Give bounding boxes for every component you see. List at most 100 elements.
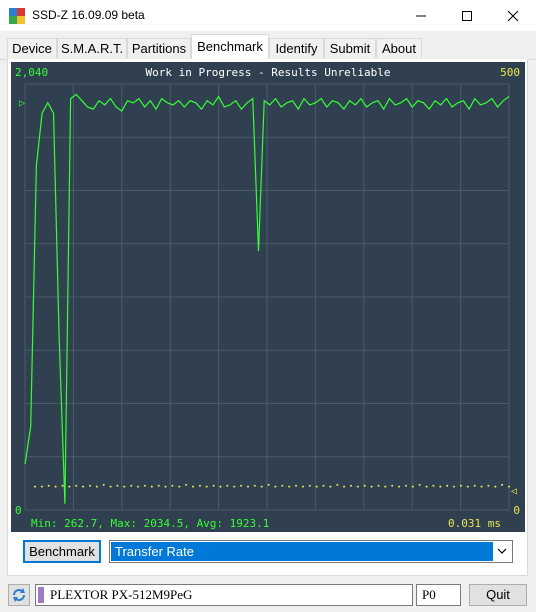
latency-readout: 0.031 ms xyxy=(448,517,501,530)
latency-point xyxy=(89,484,91,487)
latency-point xyxy=(446,484,449,487)
benchmark-chart: 2,040 Work in Progress - Results Unrelia… xyxy=(11,62,525,532)
latency-point xyxy=(508,485,510,488)
mode-select[interactable]: Transfer Rate xyxy=(109,540,513,563)
latency-point xyxy=(226,484,229,487)
latency-point xyxy=(171,484,174,487)
tab-device[interactable]: Device xyxy=(7,38,57,58)
tab-submit[interactable]: Submit xyxy=(324,38,376,58)
latency-point xyxy=(370,485,373,488)
quit-button[interactable]: Quit xyxy=(469,584,527,606)
latency-point xyxy=(61,484,64,487)
latency-point xyxy=(137,485,139,488)
latency-point xyxy=(75,484,78,487)
latency-point xyxy=(398,485,401,488)
latency-point xyxy=(102,483,105,486)
latency-point xyxy=(487,484,490,487)
latency-point xyxy=(377,484,380,487)
window-title: SSD-Z 16.09.09 beta xyxy=(32,8,145,22)
latency-point xyxy=(301,485,304,488)
latency-point xyxy=(164,485,167,488)
latency-point xyxy=(288,485,291,488)
latency-point xyxy=(315,485,318,488)
latency-point xyxy=(109,485,112,488)
partition-value: P0 xyxy=(422,587,436,602)
latency-point xyxy=(267,483,270,486)
latency-point xyxy=(350,484,352,487)
latency-point xyxy=(54,485,57,488)
y-right-min-label: 0 xyxy=(513,504,520,517)
latency-point xyxy=(295,484,297,487)
latency-point xyxy=(219,485,222,488)
latency-point xyxy=(123,485,126,488)
latency-point xyxy=(329,485,332,488)
latency-point xyxy=(322,484,325,487)
latency-point xyxy=(143,484,146,487)
tab-partitions[interactable]: Partitions xyxy=(127,38,191,58)
close-icon xyxy=(507,10,519,21)
latency-point xyxy=(95,485,98,488)
latency-point xyxy=(432,484,435,487)
latency-point xyxy=(425,485,428,488)
latency-point xyxy=(473,484,476,487)
tab-identify[interactable]: Identify xyxy=(269,38,324,58)
latency-point xyxy=(384,485,387,488)
latency-series xyxy=(34,483,510,488)
chart-title: Work in Progress - Results Unreliable xyxy=(145,66,390,79)
latency-point xyxy=(466,485,469,488)
minimize-button[interactable] xyxy=(398,0,444,31)
maximize-button[interactable] xyxy=(444,0,490,31)
close-button[interactable] xyxy=(490,0,536,31)
y-left-min-label: 0 xyxy=(15,504,22,517)
maximize-icon xyxy=(462,10,472,21)
latency-point xyxy=(185,483,188,486)
latency-point xyxy=(501,483,504,486)
left-marker-icon: ▷ xyxy=(19,98,25,109)
app-icon xyxy=(9,8,25,24)
latency-point xyxy=(411,485,414,488)
status-bar: PLEXTOR PX-512M9PeG P0 Quit xyxy=(0,576,536,612)
latency-point xyxy=(247,485,249,488)
latency-point xyxy=(453,485,455,488)
latency-point xyxy=(439,485,442,488)
latency-point xyxy=(205,485,208,488)
latency-point xyxy=(480,485,483,488)
latency-point xyxy=(336,483,339,486)
partition-select[interactable]: P0 xyxy=(416,584,461,606)
latency-point xyxy=(274,485,277,488)
latency-point xyxy=(150,485,153,488)
latency-point xyxy=(192,485,194,488)
latency-point xyxy=(68,485,71,488)
latency-point xyxy=(308,484,311,487)
drive-color-marker xyxy=(38,587,44,603)
y-right-max-label: 500 xyxy=(500,66,520,79)
latency-point xyxy=(198,484,201,487)
latency-point xyxy=(418,483,421,486)
latency-point xyxy=(82,485,85,488)
benchmark-button[interactable]: Benchmark xyxy=(23,540,101,563)
latency-point xyxy=(40,485,43,488)
latency-point xyxy=(130,484,133,487)
refresh-button[interactable] xyxy=(8,584,30,606)
latency-point xyxy=(233,485,236,488)
latency-point xyxy=(47,484,50,487)
latency-point xyxy=(178,485,181,488)
drive-select[interactable]: PLEXTOR PX-512M9PeG xyxy=(35,584,413,606)
chart-canvas: 2,040 Work in Progress - Results Unrelia… xyxy=(15,66,520,530)
latency-point xyxy=(116,484,119,487)
latency-point xyxy=(281,484,284,487)
latency-point xyxy=(363,484,366,487)
refresh-icon xyxy=(13,588,25,602)
latency-point xyxy=(157,484,160,487)
latency-point xyxy=(34,485,36,488)
tab-benchmark[interactable]: Benchmark xyxy=(191,34,269,60)
y-left-max-label: 2,040 xyxy=(15,66,48,79)
drive-name: PLEXTOR PX-512M9PeG xyxy=(50,587,193,602)
latency-point xyxy=(253,484,256,487)
tab-smart[interactable]: S.M.A.R.T. xyxy=(57,38,127,58)
tab-about[interactable]: About xyxy=(376,38,422,58)
latency-point xyxy=(405,484,407,487)
right-marker-icon: ◁ xyxy=(511,486,517,497)
mode-selected-value: Transfer Rate xyxy=(111,542,493,561)
latency-point xyxy=(459,484,462,487)
